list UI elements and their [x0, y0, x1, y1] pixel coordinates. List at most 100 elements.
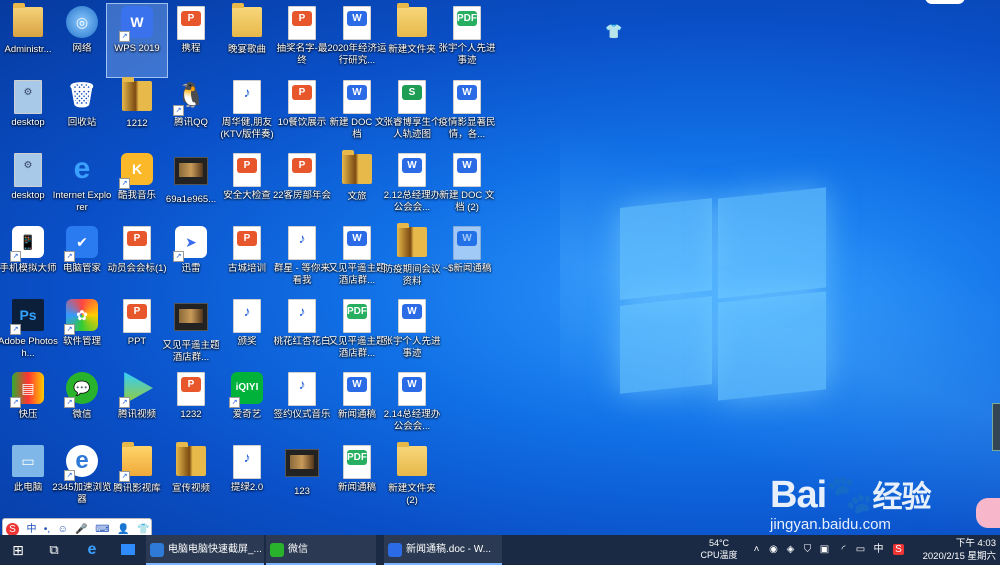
desktop-icon[interactable]: ↗ 腾讯视频: [107, 370, 167, 443]
desktop-icon[interactable]: e ↗ 2345加速浏览器: [52, 443, 112, 516]
desktop-icon[interactable]: P 动员会会标(1): [107, 224, 167, 297]
wifi-icon[interactable]: ◜: [838, 544, 849, 555]
desktop-icon[interactable]: ✔ ↗ 电脑管家: [52, 224, 112, 297]
task-view-icon[interactable]: ⧉: [40, 535, 68, 565]
desktop-icon[interactable]: 🐧 ↗ 腾讯QQ: [161, 78, 221, 151]
shortcut-arrow-icon: ↗: [10, 397, 21, 408]
shortcut-arrow-icon: ↗: [119, 471, 130, 482]
task-label: 新闻通稿.doc - W...: [406, 544, 492, 555]
desktop-icon[interactable]: W ↗ WPS 2019: [106, 3, 168, 78]
desktop-icon[interactable]: P PPT: [107, 297, 167, 370]
desktop-icon[interactable]: ♪ 签约仪式音乐: [272, 370, 332, 443]
desktop-icon[interactable]: Ps ↗ Adobe Photosh...: [0, 297, 58, 370]
desktop-icon-label: 携程: [181, 43, 201, 54]
top-right-widget[interactable]: [925, 0, 965, 4]
desktop-icon[interactable]: PDF 新闻通稿: [327, 443, 387, 516]
shield-icon[interactable]: ⛉: [802, 544, 813, 555]
sogou-tray-icon[interactable]: S: [893, 544, 904, 555]
film-icon: [173, 303, 209, 339]
desktop-icon[interactable]: 文旅: [327, 150, 387, 224]
desktop-icon[interactable]: ▭ 此电脑: [0, 443, 58, 516]
doc-icon: W: [339, 6, 375, 42]
desktop-icon[interactable]: 晚宴歌曲: [217, 3, 277, 77]
desktop-icon-label: 2020年经济运行研究...: [327, 43, 387, 66]
desktop-icon[interactable]: ✿ ↗ 软件管理: [52, 297, 112, 370]
desktop-icon[interactable]: 宣传视频: [161, 442, 221, 516]
shortcut-arrow-icon: ↗: [64, 470, 75, 481]
tray-icon-1[interactable]: ◉: [768, 544, 779, 555]
shirt-icon[interactable]: 👕: [604, 22, 624, 40]
desktop-icon[interactable]: P 10餐饮展示: [272, 78, 332, 151]
desktop-icon[interactable]: ♪ 颁奖: [217, 297, 277, 370]
desktop-icon-label: 软件管理: [62, 336, 101, 347]
desktop-icon[interactable]: W 张宇个人先进事迹: [382, 297, 442, 370]
assistant-avatar[interactable]: [976, 498, 1000, 528]
desktop-icon[interactable]: ♪ 周华健,朋友 (KTV版伴奏): [217, 78, 277, 151]
desktop-icon[interactable]: ⚙ desktop: [0, 151, 58, 224]
desktop-icon[interactable]: 💬 ↗ 微信: [52, 370, 112, 443]
desktop-icon[interactable]: PDF 又见平遥主题酒店群...: [327, 297, 387, 370]
desktop-icon[interactable]: 123: [272, 443, 332, 516]
desktop-icon[interactable]: 📱 ↗ 手机模拟大师: [0, 224, 58, 297]
desktop-icon[interactable]: W 2.12总经理办公会会...: [382, 151, 442, 224]
desktop-icon[interactable]: ⚙ desktop: [0, 78, 58, 151]
desktop-icon-label: 古城培训: [227, 263, 266, 274]
ime-lang-tray[interactable]: 中: [873, 544, 884, 555]
shortcut-arrow-icon: ↗: [119, 178, 130, 189]
desktop-icon[interactable]: W ~$新闻通稿: [437, 224, 497, 297]
taskbar-task-browser[interactable]: 电脑电脑快速截屏_...: [146, 535, 264, 565]
desktop-icon[interactable]: ▤ ↗ 快压: [0, 370, 58, 443]
desktop-icon[interactable]: W 2.14总经理办公会会...: [382, 370, 442, 443]
desktop-icon[interactable]: Administr...: [0, 3, 58, 77]
desktop-icon[interactable]: ♪ 桃花红杏花白: [272, 297, 332, 370]
cpu-temp-widget[interactable]: 54°C CPU温度: [696, 537, 742, 563]
desktop-icon[interactable]: W 新建 DOC 文档: [327, 78, 387, 151]
desktop-icon[interactable]: P 抽奖名字-最终: [272, 4, 332, 77]
shortcut-arrow-icon: ↗: [173, 251, 184, 262]
desktop-icon[interactable]: P 古城培训: [217, 224, 277, 297]
desktop-icon[interactable]: W 2020年经济运行研究...: [327, 4, 387, 77]
desktop-icon[interactable]: 新建文件夹: [382, 3, 442, 77]
tray-icon-2[interactable]: ◈: [785, 544, 796, 555]
desktop-icon[interactable]: W 疫情影显著民情，各...: [437, 78, 497, 151]
tray-icon-3[interactable]: ▣: [819, 544, 830, 555]
side-handle[interactable]: [992, 403, 1000, 451]
desktop-icon[interactable]: P 22客房部年会: [272, 151, 332, 224]
iqiyi-icon: iQIYI ↗: [229, 372, 265, 408]
desktop-icon[interactable]: W 新闻通稿: [327, 370, 387, 443]
desktop-icon[interactable]: 防疫期间会议资料: [382, 223, 442, 297]
taskbar-task-wps[interactable]: 新闻通稿.doc - W...: [384, 535, 502, 565]
ppt-icon: P: [229, 226, 265, 262]
clock[interactable]: 下午 4:03 2020/2/15 星期六: [912, 537, 996, 563]
desktop-icon[interactable]: K ↗ 酷我音乐: [107, 151, 167, 224]
desktop-icon-label: 10餐饮展示: [277, 117, 327, 128]
desktop-icon[interactable]: ➤ ↗ 迅雷: [161, 224, 221, 297]
desktop-icon[interactable]: 又见平遥主题酒店群...: [161, 297, 221, 370]
mp3-icon: ♪: [229, 299, 265, 335]
desktop-icon[interactable]: W 新建 DOC 文档 (2): [437, 151, 497, 224]
mp3-icon: ♪: [284, 299, 320, 335]
start-button[interactable]: ⊞: [0, 535, 36, 565]
desktop-icon[interactable]: iQIYI ↗ 爱奇艺: [217, 370, 277, 443]
desktop-icon[interactable]: 1212: [107, 77, 167, 151]
chevron-up-icon[interactable]: ˄: [751, 544, 762, 555]
desktop-icon[interactable]: e Internet Explorer: [52, 151, 112, 224]
desktop-icon[interactable]: ◎ 网络: [52, 4, 112, 77]
desktop-icon[interactable]: P 携程: [161, 4, 221, 77]
desktop-icon[interactable]: 69a1e965...: [161, 151, 221, 224]
desktop-icon[interactable]: ♪ 群星 - 等你来看我: [272, 224, 332, 297]
desktop-icon-label: 手机模拟大师: [0, 263, 57, 274]
desktop-icon[interactable]: P 安全大检查: [217, 151, 277, 224]
baidu-jingyan-watermark: Bai🐾经验 jingyan.baidu.com: [770, 458, 950, 538]
desktop-icon[interactable]: ↗ 腾讯影视库: [107, 442, 167, 516]
desktop-icon[interactable]: W 又见平遥主题酒店群...: [327, 224, 387, 297]
desktop-icon[interactable]: ♪ 提绿2.0: [217, 443, 277, 516]
taskbar-task-wechat[interactable]: 微信: [266, 535, 376, 565]
desktop-icon[interactable]: 新建文件夹 (2): [382, 442, 442, 516]
desktop-icon[interactable]: PDF 张宇个人先进事迹: [437, 4, 497, 77]
desktop-icon[interactable]: S 张睿博享生个人轨迹图: [382, 78, 442, 151]
ie-taskbar-icon[interactable]: e: [78, 535, 106, 565]
desktop-icon[interactable]: P 1232: [161, 370, 221, 443]
desktop-taskbar-icon[interactable]: [114, 535, 142, 565]
desktop-icon[interactable]: 🗑 回收站: [52, 78, 112, 151]
